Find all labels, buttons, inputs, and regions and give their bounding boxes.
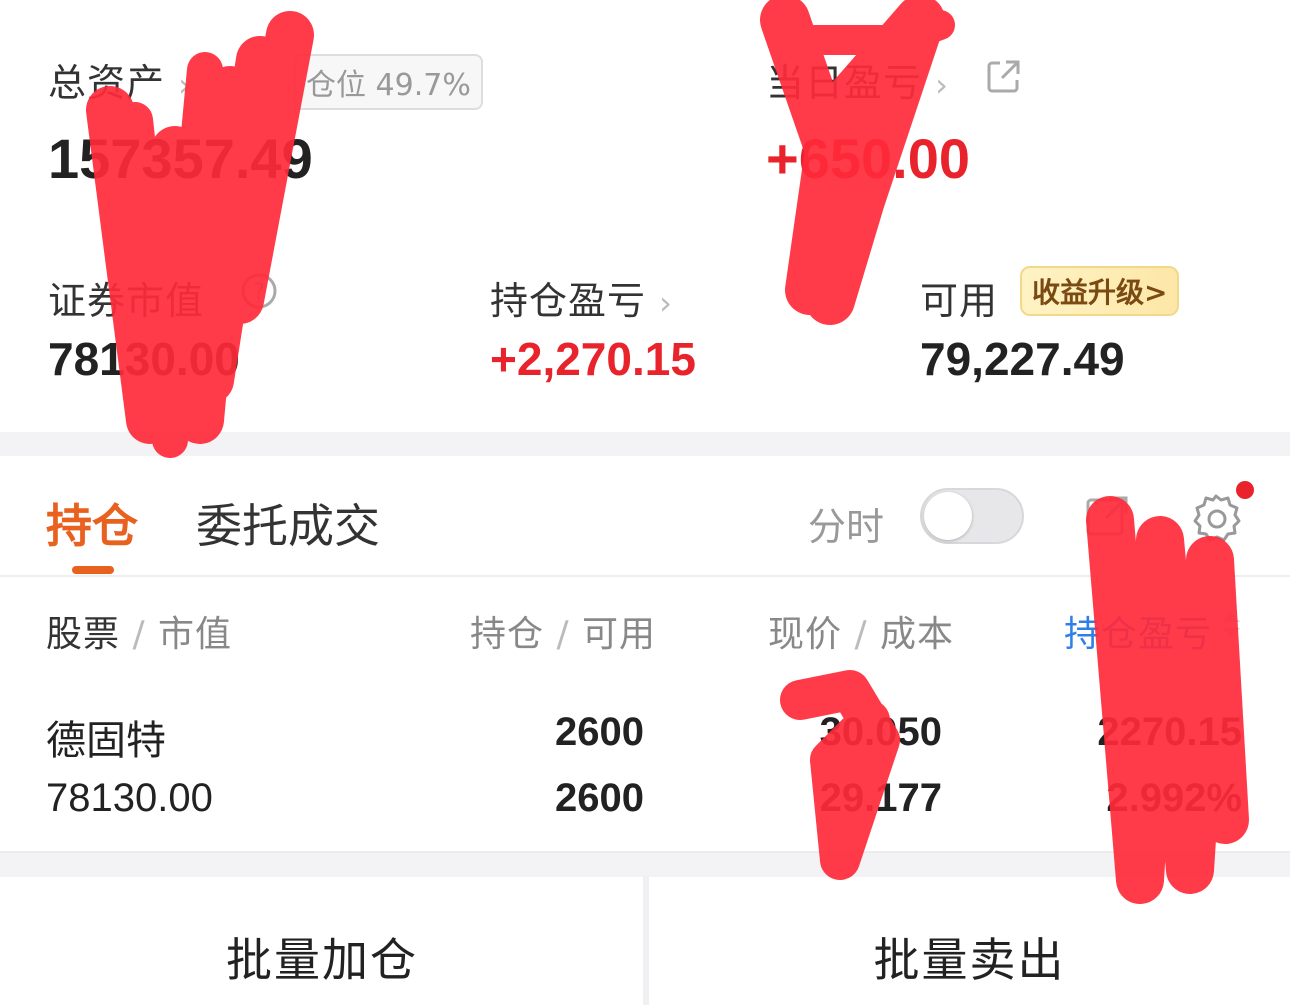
col-price-sub: 成本 — [880, 614, 955, 655]
total-assets-label-text: 总资产 — [48, 61, 166, 105]
batch-add-label: 批量加仓 — [226, 933, 418, 987]
col-holding-header: 持仓 / 可用 — [470, 614, 657, 655]
svg-text:?: ? — [253, 280, 265, 305]
daily-pnl-label-text: 当日盈亏 — [766, 61, 923, 105]
batch-add-button[interactable]: 批量加仓 — [0, 876, 644, 1005]
holding-qty: 2600 — [555, 710, 644, 754]
market-value-value: 78130.00 — [48, 333, 240, 385]
available-value: 79,227.49 — [920, 333, 1125, 385]
row-pnl-percent: 2.992% — [1106, 776, 1242, 820]
sort-icon[interactable] — [1220, 610, 1242, 640]
col-pnl-header[interactable]: 持仓盈亏 — [1064, 605, 1212, 657]
holding-pnl-label-text: 持仓盈亏 — [490, 279, 647, 323]
col-stock-title: 股票 — [46, 614, 121, 655]
batch-sell-button[interactable]: 批量卖出 — [649, 876, 1290, 1005]
batch-sell-label: 批量卖出 — [873, 933, 1066, 987]
position-ratio-badge: 仓位 49.7% — [294, 54, 483, 110]
holding-pnl-label[interactable]: 持仓盈亏 › — [490, 270, 673, 325]
chevron-right-icon: › — [935, 66, 949, 104]
chevron-right-icon: › — [178, 66, 192, 104]
export-icon[interactable] — [1084, 494, 1130, 540]
col-pnl-title: 持仓盈亏 — [1064, 614, 1213, 655]
col-price-title: 现价 — [768, 614, 843, 655]
chevron-right-icon: › — [659, 284, 673, 322]
stock-name: 德固特 — [46, 718, 166, 764]
market-value-label-text: 证券市值 — [48, 279, 205, 323]
col-holding-title: 持仓 — [470, 614, 545, 655]
stock-market-value: 78130.00 — [46, 776, 213, 820]
tab-active-indicator — [72, 566, 114, 574]
timeshare-label: 分时 — [808, 505, 885, 549]
notification-dot — [1236, 481, 1254, 499]
tab-positions[interactable]: 持仓 — [46, 490, 138, 556]
holding-pnl-value: +2,270.15 — [490, 333, 696, 385]
tab-divider — [0, 575, 1290, 577]
col-price-header: 现价 / 成本 — [768, 614, 955, 655]
available-qty: 2600 — [555, 776, 644, 820]
total-assets-value: 157357.49 — [48, 127, 313, 190]
toggle-knob — [924, 492, 972, 540]
upgrade-badge[interactable]: 收益升级> — [1020, 266, 1180, 316]
share-icon[interactable] — [986, 58, 1022, 94]
total-assets-label[interactable]: 总资产 › — [48, 52, 192, 107]
timeshare-toggle[interactable] — [920, 488, 1024, 544]
tab-orders[interactable]: 委托成交 — [196, 490, 380, 556]
daily-pnl-value: +650.00 — [766, 127, 970, 190]
daily-pnl-label[interactable]: 当日盈亏 › — [766, 52, 949, 107]
help-icon[interactable]: ? — [240, 272, 278, 310]
row-pnl-value: 2270.15 — [1097, 710, 1242, 754]
available-label: 可用 — [920, 279, 999, 323]
market-value-label: 证券市值 — [48, 270, 204, 325]
current-price: 30.050 — [819, 710, 942, 754]
col-stock-header: 股票 / 市值 — [46, 614, 233, 655]
col-holding-sub: 可用 — [582, 614, 657, 655]
settings-gear-icon[interactable] — [1188, 490, 1244, 546]
col-stock-sub: 市值 — [158, 614, 233, 655]
bottom-section-divider — [0, 851, 1290, 877]
section-divider — [0, 432, 1290, 456]
cost-price: 29.177 — [819, 776, 942, 820]
